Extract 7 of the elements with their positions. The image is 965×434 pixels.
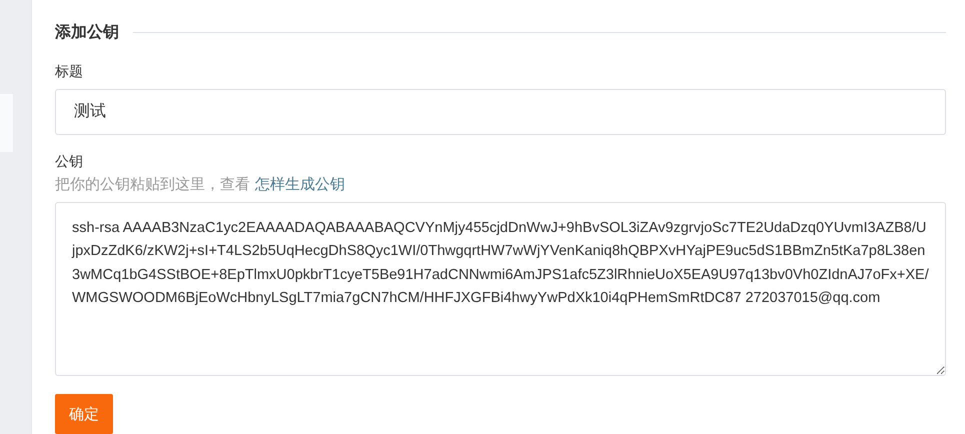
help-link[interactable]: 怎样生成公钥	[254, 174, 345, 193]
field-label: 标题	[55, 63, 84, 81]
title-input[interactable]: 测试	[55, 89, 946, 135]
field-label: 公钥	[55, 152, 84, 171]
hint-text: 把你的公钥粘贴到这里，查看 怎样生成公钥	[55, 174, 346, 194]
section-title: 添加公钥	[55, 22, 119, 43]
key-textarea[interactable]: ssh-rsa AAAAB3NzaC1yc2EAAAADAQABAAABAQCVYnMjy455cjdDnWwJ+9hBvSOL3iZAv9zgrvjoSc7TE2UdaDzq0YUvmI3AZB8/UjpxDzZdK6/zKW2j+sI+T4LS2b5UqHecgDhS8Qyc1WI/0ThwgqrtHW7wWjYVenKaniq8hQBPXvHYajPE9uc5dS1BBmZn5tKa7p8L38en3wMCq1bG4SStBOE+8EpTlmxU0pkbrT1cyeT5Be91H7adCNNwmi6AmJPS1afc5Z3lRhnieUoX5EA9U97q13bv0Vh0ZIdnAJ7oFx+XE/WMGSWOODM6BjEoWcHbnyLSgLT7mia7gCN7hCM/HHFJXGFBi4hwyYwPdXk10i4qPHemSmRtDC87 272037015@qq.com	[55, 202, 946, 376]
